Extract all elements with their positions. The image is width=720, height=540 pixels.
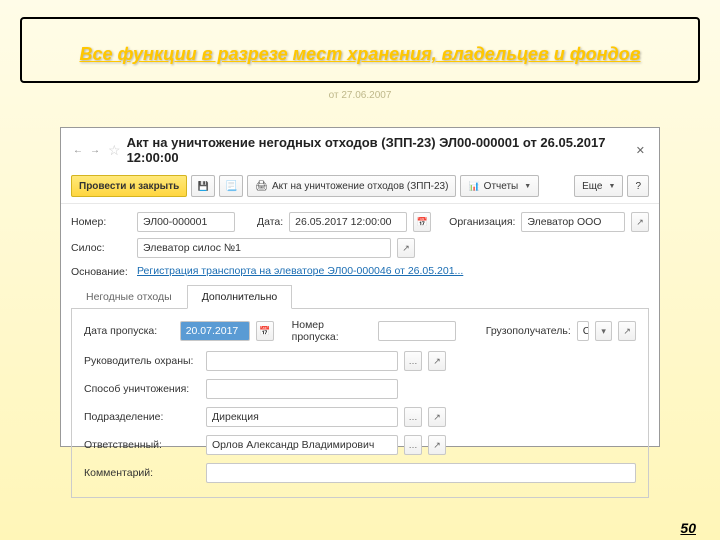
guard-open-button[interactable] [428,351,446,371]
calendar-icon [417,217,428,228]
consignee-label: Грузополучатель: [486,325,571,337]
silo-label: Силос: [71,242,131,254]
save-icon [198,181,209,192]
save-button[interactable] [191,175,215,197]
header-form: Номер: ЭЛ00-000001 Дата: 26.05.2017 12:0… [61,204,659,498]
responsible-clear-button[interactable]: … [404,435,422,455]
open-icon [433,412,441,423]
date-label: Дата: [257,216,283,228]
dropdown-icon: ▼ [524,183,531,190]
button-label: Отчеты [484,181,519,192]
tab-additional[interactable]: Дополнительно [187,285,293,309]
guard-label: Руководитель охраны: [84,355,200,367]
print-act-button[interactable]: Акт на уничтожение отходов (ЗПП-23) [247,175,456,197]
number-field[interactable]: ЭЛ00-000001 [137,212,235,232]
consignee-dd-button[interactable]: ▾ [595,321,613,341]
post-button[interactable] [219,175,243,197]
page-number: 50 [680,520,696,536]
pass-no-field[interactable] [378,321,456,341]
open-icon [623,326,631,337]
basis-label: Основание: [71,264,131,278]
org-open-button[interactable] [631,212,649,232]
window-title: Акт на уничтожение негодных отходов (ЗПП… [127,135,626,165]
open-icon [636,217,644,228]
method-label: Способ уничтожения: [84,383,200,395]
dept-clear-button[interactable]: … [404,407,422,427]
method-field[interactable] [206,379,398,399]
open-icon [402,243,410,254]
responsible-field[interactable]: Орлов Александр Владимирович [206,435,398,455]
pass-no-label: Номер пропуска: [292,319,372,343]
dept-field[interactable]: Дирекция [206,407,398,427]
basis-link[interactable]: Регистрация транспорта на элеваторе ЭЛ00… [137,265,463,277]
open-icon [433,356,441,367]
form-window: ← → ☆ Акт на уничтожение негодных отходо… [60,127,660,447]
button-label: ? [635,181,641,192]
date-picker-button[interactable] [413,212,431,232]
comment-field[interactable] [206,463,636,483]
number-label: Номер: [71,216,131,228]
slide-heading: Все функции в разрезе мест хранения, вла… [0,42,720,67]
pass-date-picker-button[interactable] [256,321,274,341]
more-button[interactable]: Еще ▼ [574,175,623,197]
nav-forward-icon[interactable]: → [88,143,102,157]
dept-open-button[interactable] [428,407,446,427]
dept-label: Подразделение: [84,411,200,423]
pass-date-label: Дата пропуска: [84,325,174,337]
silo-field[interactable]: Элеватор силос №1 [137,238,391,258]
button-label: Еще [582,181,602,192]
consignee-field[interactable]: Свалка [577,321,589,341]
tabbar: Негодные отходы Дополнительно [71,284,649,309]
guard-clear-button[interactable]: … [404,351,422,371]
responsible-open-button[interactable] [428,435,446,455]
slide-subtitle: от 27.06.2007 [0,90,720,101]
print-icon [255,181,268,192]
favorite-star-icon[interactable]: ☆ [108,142,121,159]
nav-back-icon[interactable]: ← [71,143,85,157]
open-icon [433,440,441,451]
date-field[interactable]: 26.05.2017 12:00:00 [289,212,407,232]
pass-date-field[interactable]: 20.07.2017 [180,321,251,341]
help-button[interactable]: ? [627,175,649,197]
titlebar: ← → ☆ Акт на уничтожение негодных отходо… [61,128,659,169]
org-field[interactable]: Элеватор ООО [521,212,625,232]
close-icon[interactable]: ✕ [632,144,649,157]
tab-waste[interactable]: Негодные отходы [71,285,187,309]
button-label: Акт на уничтожение отходов (ЗПП-23) [272,181,448,192]
org-label: Организация: [449,216,515,228]
silo-open-button[interactable] [397,238,415,258]
chart-icon [468,181,479,192]
button-label: Провести и закрыть [79,181,179,192]
consignee-open-button[interactable] [618,321,636,341]
dropdown-icon: ▼ [609,183,616,190]
responsible-label: Ответственный: [84,439,200,451]
guard-field[interactable] [206,351,398,371]
calendar-icon [259,326,270,337]
comment-label: Комментарий: [84,467,200,479]
reports-button[interactable]: Отчеты ▼ [460,175,539,197]
page-icon [225,181,237,192]
additional-panel: Дата пропуска: 20.07.2017 Номер пропуска… [71,309,649,498]
toolbar: Провести и закрыть Акт на уничтожение от… [61,169,659,204]
post-and-close-button[interactable]: Провести и закрыть [71,175,187,197]
